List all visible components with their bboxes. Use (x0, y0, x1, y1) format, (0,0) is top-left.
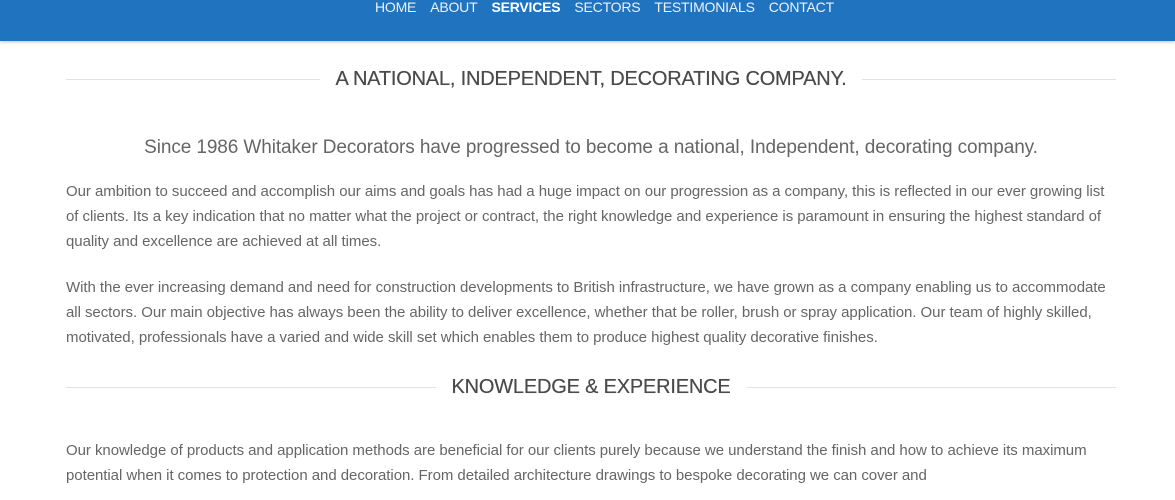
main-content: A NATIONAL, INDEPENDENT, DECORATING COMP… (66, 41, 1117, 488)
section-heading-row: A NATIONAL, INDEPENDENT, DECORATING COMP… (66, 67, 1117, 91)
nav-item-home[interactable]: HOME (375, 0, 416, 15)
body-paragraph: Our ambition to succeed and accomplish o… (66, 183, 1105, 250)
section-heading: A NATIONAL, INDEPENDENT, DECORATING COMP… (335, 67, 847, 90)
nav-item-services[interactable]: SERVICES (491, 0, 560, 15)
lead-text: Since 1986 Whitaker Decorators have prog… (144, 137, 1038, 158)
main-nav: HOME ABOUT SERVICES SECTORS TESTIMONIALS… (375, 0, 848, 15)
section-heading: KNOWLEDGE & EXPERIENCE (451, 375, 731, 398)
body-paragraph: Our knowledge of products and applicatio… (66, 442, 1087, 484)
heading-divider-left (66, 386, 436, 388)
heading-divider-left (66, 78, 320, 80)
body-paragraph: With the ever increasing demand and need… (66, 279, 1106, 346)
section-heading-row: KNOWLEDGE & EXPERIENCE (66, 375, 1116, 399)
heading-divider-right (746, 386, 1116, 388)
nav-item-testimonials[interactable]: TESTIMONIALS (654, 0, 754, 15)
heading-divider-right (862, 78, 1117, 80)
nav-item-about[interactable]: ABOUT (430, 0, 477, 15)
nav-item-sectors[interactable]: SECTORS (574, 0, 640, 15)
nav-item-contact[interactable]: CONTACT (769, 0, 834, 15)
top-navigation-bar: HOME ABOUT SERVICES SECTORS TESTIMONIALS… (0, 0, 1175, 41)
